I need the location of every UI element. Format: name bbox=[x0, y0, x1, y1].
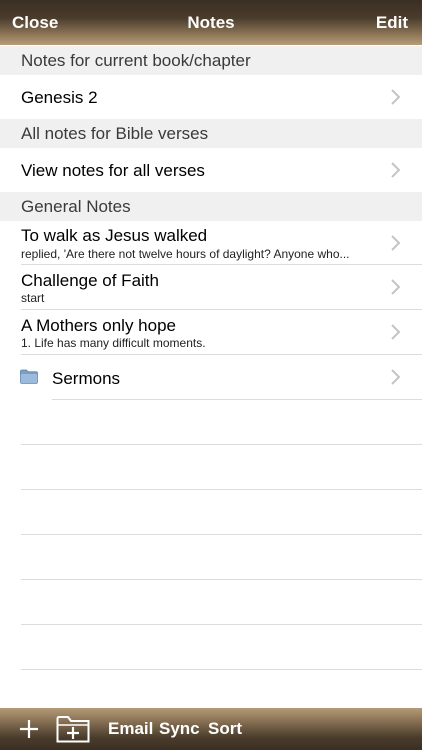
empty-row-separator bbox=[21, 444, 422, 445]
empty-row-separator bbox=[21, 534, 422, 535]
close-button[interactable]: Close bbox=[12, 13, 58, 33]
section-header-current: Notes for current book/chapter bbox=[0, 46, 422, 75]
note-title: A Mothers only hope bbox=[21, 316, 176, 335]
empty-row-separator bbox=[21, 669, 422, 670]
current-chapter-label: Genesis 2 bbox=[21, 88, 98, 107]
chevron-right-icon bbox=[388, 88, 402, 106]
note-preview: 1. Life has many difficult moments. bbox=[21, 336, 206, 350]
section-header-bible: All notes for Bible verses bbox=[0, 119, 422, 148]
chevron-right-icon bbox=[388, 234, 402, 252]
note-preview: replied, 'Are there not twelve hours of … bbox=[21, 247, 350, 261]
folder-add-icon[interactable] bbox=[56, 714, 90, 743]
bottom-toolbar: Email Sync Sort bbox=[0, 708, 422, 750]
edit-button[interactable]: Edit bbox=[376, 13, 408, 33]
empty-row-separator bbox=[21, 489, 422, 490]
note-row[interactable]: Challenge of Faith start bbox=[0, 265, 422, 310]
note-title: Challenge of Faith bbox=[21, 271, 159, 290]
folder-icon bbox=[20, 369, 38, 384]
all-verses-row[interactable]: View notes for all verses bbox=[0, 148, 422, 192]
chevron-right-icon bbox=[388, 368, 402, 386]
empty-row-separator bbox=[21, 579, 422, 580]
chevron-right-icon bbox=[388, 323, 402, 341]
section-header-general: General Notes bbox=[0, 192, 422, 221]
sort-button[interactable]: Sort bbox=[208, 719, 242, 739]
navigation-bar: Close Notes Edit bbox=[0, 0, 422, 45]
note-row[interactable]: A Mothers only hope 1. Life has many dif… bbox=[0, 310, 422, 355]
folder-label: Sermons bbox=[52, 369, 121, 388]
row-separator bbox=[52, 399, 422, 400]
chevron-right-icon bbox=[388, 161, 402, 179]
all-verses-label: View notes for all verses bbox=[21, 161, 205, 180]
email-button[interactable]: Email bbox=[108, 719, 153, 739]
note-title: To walk as Jesus walked bbox=[21, 226, 208, 245]
plus-icon[interactable] bbox=[19, 719, 39, 739]
folder-row-sermons[interactable]: Sermons bbox=[0, 355, 422, 400]
empty-row-separator bbox=[21, 624, 422, 625]
sync-button[interactable]: Sync bbox=[159, 719, 200, 739]
chevron-right-icon bbox=[388, 278, 402, 296]
note-row[interactable]: To walk as Jesus walked replied, 'Are th… bbox=[0, 221, 422, 265]
page-title: Notes bbox=[187, 12, 235, 32]
current-chapter-row[interactable]: Genesis 2 bbox=[0, 75, 422, 119]
note-preview: start bbox=[21, 291, 45, 305]
